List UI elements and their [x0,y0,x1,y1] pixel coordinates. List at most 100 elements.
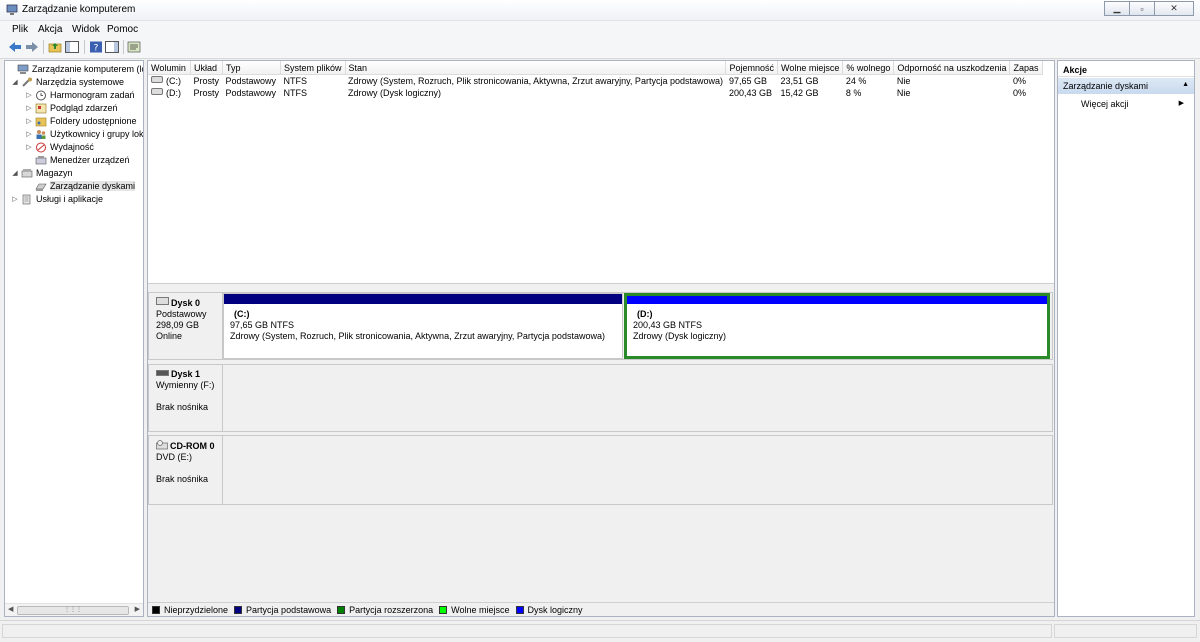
column-header[interactable]: System plików [280,61,346,75]
window-title: Zarządzanie komputerem [22,4,136,15]
percent-free-cell: 24 % [845,76,867,86]
submenu-arrow-icon: ▶ [1178,100,1184,107]
menu-widok[interactable]: Widok [72,24,100,35]
drive-icon [151,88,163,95]
up-folder-button[interactable] [47,39,63,55]
expand-arrow-icon[interactable]: ▷ [25,91,33,99]
users-icon [36,129,46,139]
cdrom-icon [156,440,168,450]
svg-text:?: ? [94,44,99,54]
menu-pomoc[interactable]: Pomoc [107,24,138,35]
removable-disk-icon [156,370,169,376]
event-viewer-icon [35,103,47,113]
column-header[interactable]: Stan [345,61,727,75]
disk-row[interactable]: CD-ROM 0 DVD (E:) Brak nośnika [148,435,1054,505]
type-cell: Podstawowy [225,76,277,86]
partition-size: 200,43 GB NTFS [633,320,703,330]
free-space-cell: 15,42 GB [780,88,819,98]
partition-color-bar [627,296,1047,304]
show-hide-tree-icon [65,41,79,53]
overhead-cell: 0% [1012,88,1026,98]
disk-size: 298,09 GB [156,320,200,330]
disk-management-pane: Wolumin Układ Typ System plików Stan Poj… [147,60,1055,617]
table-row[interactable]: (C:) Prosty Podstawowy NTFS Zdrowy (Syst… [148,75,1042,88]
legend-item: Wolne miejsce [439,605,510,615]
expand-arrow-icon[interactable]: ▷ [11,195,19,203]
menu-bar: Plik Akcja Widok Pomoc [0,21,1200,37]
column-header[interactable]: Typ [222,61,281,75]
disk-partitions [223,364,1053,432]
properties-button[interactable] [126,39,142,55]
column-header[interactable]: % wolnego [842,61,895,75]
disk-type: Wymienny (F:) [156,380,215,390]
tree-item-disk-management[interactable]: Zarządzanie dyskami [25,180,136,192]
tools-icon [22,77,32,87]
menu-akcja[interactable]: Akcja [38,24,62,35]
column-header[interactable]: Układ [190,61,223,75]
percent-free-cell: 8 % [845,88,862,98]
expand-arrow-icon[interactable]: ▷ [25,143,33,151]
disk-size [156,391,222,402]
scrollbar-thumb[interactable]: ⋮⋮⋮ [17,606,129,615]
maximize-button[interactable]: ▫ [1129,1,1155,16]
tree-item-local-users-groups[interactable]: ▷ Użytkownicy i grupy lok [25,128,143,140]
column-header[interactable]: Zapas [1009,61,1043,75]
minimize-button[interactable]: ▁ [1104,1,1130,16]
legend-item: Partycja podstawowa [234,605,331,615]
tree-item-computer-management[interactable]: Zarządzanie komputerem (loka [7,63,143,75]
expand-arrow-icon[interactable]: ▷ [25,117,33,125]
tree-item-task-scheduler[interactable]: ▷ Harmonogram zadań [25,89,135,101]
actions-section-header[interactable]: Zarządzanie dyskami ▲ [1058,78,1194,94]
menu-plik[interactable]: Plik [12,24,28,35]
expand-arrow-icon[interactable]: ▷ [25,130,33,138]
forward-button[interactable] [24,39,40,55]
performance-icon [36,142,46,152]
disk-status: Brak nośnika [156,402,209,412]
show-hide-tree-button[interactable] [64,39,80,55]
partition-status: Zdrowy (System, Rozruch, Plik stronicowa… [230,331,605,341]
disk-row[interactable]: Dysk 0 Podstawowy 298,09 GB Online (C:) … [148,292,1054,360]
tree-horizontal-scrollbar[interactable]: ◀ ⋮⋮⋮ ▶ [5,603,143,616]
help-button[interactable]: ? [88,39,104,55]
tree-item-performance[interactable]: ▷ Wydajność [25,141,94,153]
legend-label: Nieprzydzielone [164,604,229,615]
collapse-arrow-icon[interactable]: ◢ [11,78,19,86]
partition-c[interactable]: (C:) 97,65 GB NTFS Zdrowy (System, Rozru… [223,293,623,359]
collapse-up-icon[interactable]: ▲ [1182,81,1189,88]
tree-item-label: Usługi i aplikacje [36,194,104,204]
tree-item-services-apps[interactable]: ▷ Usługi i aplikacje [11,193,103,205]
more-actions-item[interactable]: Więcej akcji [1081,99,1129,109]
column-header[interactable]: Wolumin [148,61,191,75]
disk-label[interactable]: Dysk 1 Wymienny (F:) Brak nośnika [148,364,223,432]
status-bar [0,620,1200,642]
table-row[interactable]: (D:) Prosty Podstawowy NTFS Zdrowy (Dysk… [148,87,1042,99]
volume-table: Wolumin Układ Typ System plików Stan Poj… [148,61,1043,99]
back-button[interactable] [7,39,23,55]
tree-item-storage[interactable]: ◢ Magazyn [11,167,72,179]
scroll-left-icon[interactable]: ◀ [8,605,13,613]
column-header[interactable]: Pojemność [725,61,779,75]
scroll-right-icon[interactable]: ▶ [135,605,140,613]
partition-name: (D:) [637,309,653,319]
tree-item-system-tools[interactable]: ◢ Narzędzia systemowe [11,76,124,88]
column-header[interactable]: Odporność na uszkodzenia [893,61,1011,75]
partition-d[interactable]: (D:) 200,43 GB NTFS Zdrowy (Dysk logiczn… [624,293,1050,359]
collapse-arrow-icon[interactable]: ◢ [11,169,19,177]
drive-icon [151,76,163,83]
legend-swatch [439,605,448,614]
show-hide-actions-button[interactable] [104,39,120,55]
disk-label[interactable]: Dysk 0 Podstawowy 298,09 GB Online [148,292,223,360]
tree-item-device-manager[interactable]: Menedżer urządzeń [25,154,130,166]
column-header[interactable]: Wolne miejsce [777,61,844,75]
expand-arrow-icon[interactable]: ▷ [25,104,33,112]
legend-swatch [337,605,346,614]
legend-swatch [152,605,160,614]
disk-row[interactable]: Dysk 1 Wymienny (F:) Brak nośnika [148,364,1054,432]
tree-item-label: Podgląd zdarzeń [50,103,118,113]
actions-pane: Akcje Zarządzanie dyskami ▲ Więcej akcji… [1057,60,1195,617]
tree-item-event-viewer[interactable]: ▷ Podgląd zdarzeń [25,102,118,114]
close-button[interactable]: ✕ [1154,1,1194,16]
tree-item-shared-folders[interactable]: ▷ Foldery udostępnione [25,115,136,127]
tree-item-label: Wydajność [50,142,94,152]
disk-label[interactable]: CD-ROM 0 DVD (E:) Brak nośnika [148,435,223,505]
